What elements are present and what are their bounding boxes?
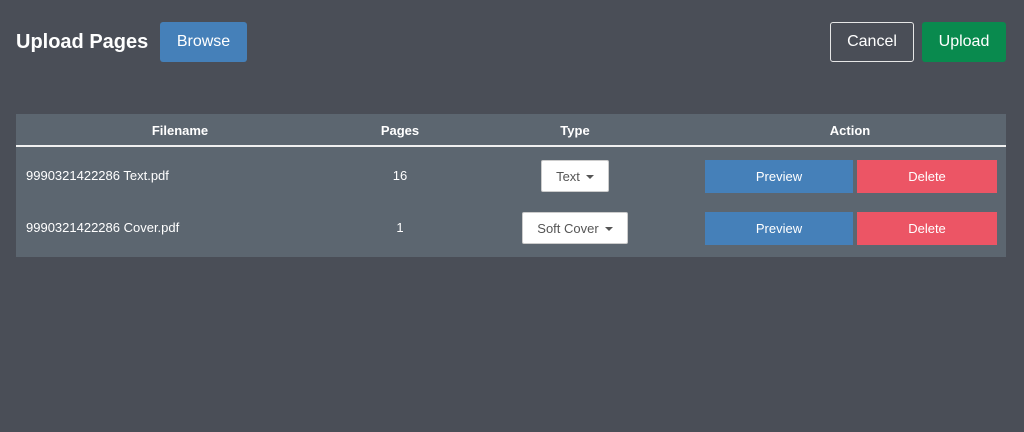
column-header-pages: Pages [380,123,420,138]
table-header: Filename Pages Type Action [16,114,1006,147]
column-header-filename: Filename [151,123,209,138]
pages-cell: 16 [392,168,408,183]
upload-table: Filename Pages Type Action 9990321422286… [16,114,1006,257]
type-dropdown[interactable]: Soft Cover [522,212,628,244]
delete-button[interactable]: Delete [857,212,997,245]
table-row: 9990321422286 Cover.pdf 1 Soft Cover Pre… [16,202,1006,254]
type-dropdown[interactable]: Text [541,160,609,192]
column-header-action: Action [829,123,871,138]
caret-down-icon [604,226,613,231]
preview-button[interactable]: Preview [705,212,853,245]
pages-cell: 1 [396,220,404,235]
browse-button[interactable]: Browse [160,22,247,62]
type-dropdown-value: Soft Cover [537,220,599,236]
caret-down-icon [585,174,594,179]
type-dropdown-value: Text [556,168,580,184]
upload-button[interactable]: Upload [922,22,1006,62]
table-row: 9990321422286 Text.pdf 16 Text Preview D… [16,150,1006,202]
page-title: Upload Pages [16,31,149,53]
cancel-button[interactable]: Cancel [830,22,914,62]
column-header-type: Type [560,123,590,138]
filename-cell: 9990321422286 Cover.pdf [26,220,180,235]
preview-button[interactable]: Preview [705,160,853,193]
delete-button[interactable]: Delete [857,160,997,193]
filename-cell: 9990321422286 Text.pdf [26,168,169,183]
